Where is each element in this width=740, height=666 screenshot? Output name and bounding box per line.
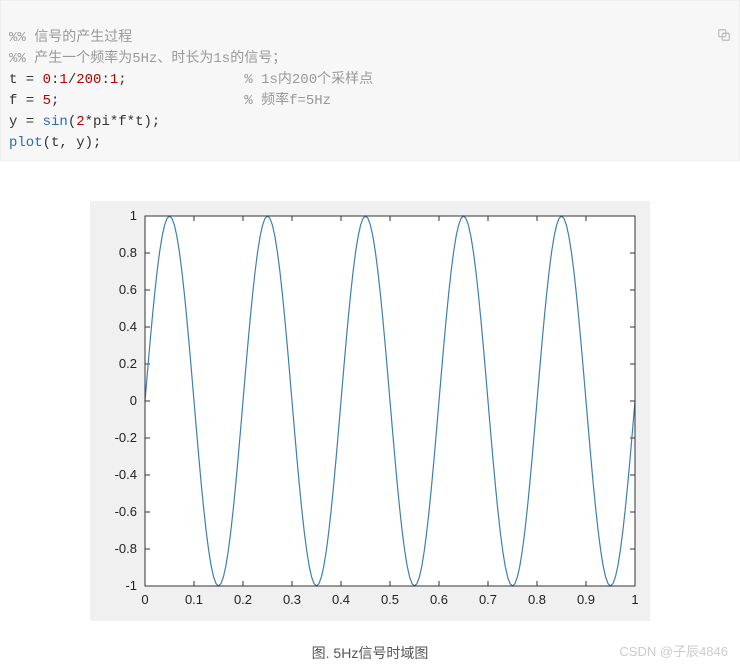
x-tick-label: 1 bbox=[631, 592, 638, 607]
x-tick-label: 0.6 bbox=[430, 592, 448, 607]
chart-container: 0 0.1 0.2 0.3 0.4 0.5 0.6 0.7 0.8 0.9 1 -1 -0.8 -0.6 -… bbox=[0, 201, 740, 621]
x-tick-label: 0.9 bbox=[577, 592, 595, 607]
code-block: %% 信号的产生过程 %% 产生一个频率为5Hz、时长为1s的信号； t = 0… bbox=[0, 0, 740, 161]
line-chart: 0 0.1 0.2 0.3 0.4 0.5 0.6 0.7 0.8 0.9 1 -1 -0.8 -0.6 -… bbox=[90, 201, 650, 621]
y-tick-label: 0 bbox=[130, 393, 137, 408]
y-tick-label: -0.4 bbox=[115, 467, 137, 482]
x-tick-label: 0.7 bbox=[479, 592, 497, 607]
code-fn-sin: sin bbox=[43, 114, 68, 130]
y-tick-label: -0.8 bbox=[115, 541, 137, 556]
code-fn-plot: plot bbox=[9, 135, 43, 151]
x-tick-label: 0.5 bbox=[381, 592, 399, 607]
y-tick-label: 0.8 bbox=[119, 245, 137, 260]
x-tick-label: 0.4 bbox=[332, 592, 350, 607]
x-tick-label: 0.3 bbox=[283, 592, 301, 607]
code-comment-4: % 频率f=5Hz bbox=[244, 93, 331, 109]
code-l3-head: t = bbox=[9, 72, 43, 88]
y-tick-label: -0.6 bbox=[115, 504, 137, 519]
code-l4-head: f = bbox=[9, 93, 43, 109]
y-tick-label: 1 bbox=[130, 208, 137, 223]
y-tick-label: 0.6 bbox=[119, 282, 137, 297]
y-tick-label: -1 bbox=[125, 578, 137, 593]
watermark-text: CSDN @子辰4846 bbox=[619, 641, 728, 660]
code-comment-2: %% 产生一个频率为5Hz、时长为1s的信号； bbox=[9, 51, 286, 67]
x-tick-label: 0 bbox=[141, 592, 148, 607]
code-comment-1: %% 信号的产生过程 bbox=[9, 30, 132, 46]
x-tick-label: 0.2 bbox=[234, 592, 252, 607]
code-l5-head: y = bbox=[9, 114, 43, 130]
x-tick-label: 0.1 bbox=[185, 592, 203, 607]
y-tick-label: -0.2 bbox=[115, 430, 137, 445]
y-tick-label: 0.2 bbox=[119, 356, 137, 371]
copy-icon[interactable] bbox=[717, 7, 731, 21]
y-tick-label: 0.4 bbox=[119, 319, 137, 334]
code-comment-3: % 1s内200个采样点 bbox=[244, 72, 373, 88]
x-tick-label: 0.8 bbox=[528, 592, 546, 607]
